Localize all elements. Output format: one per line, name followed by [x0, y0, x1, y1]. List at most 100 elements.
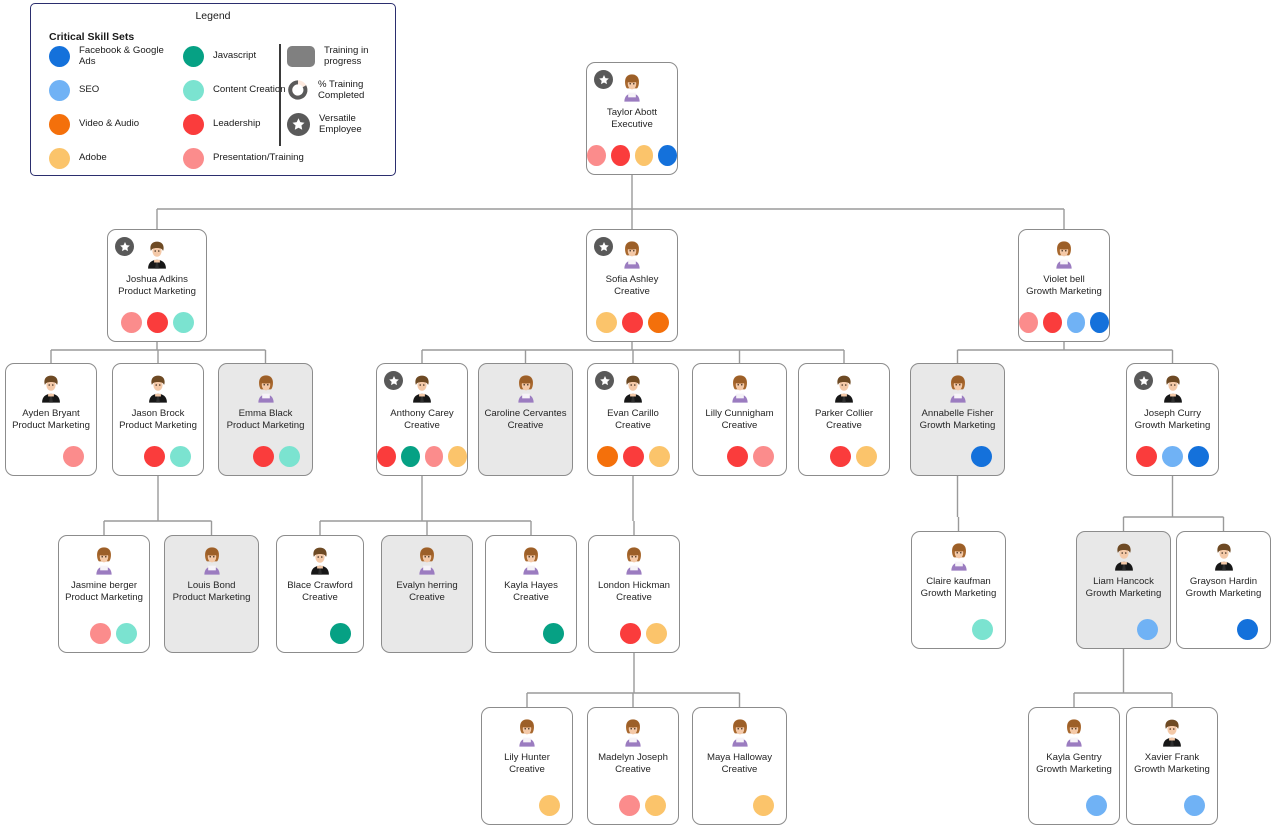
- org-node-lilly_cunnigham[interactable]: Lilly Cunnigham Creative: [692, 363, 787, 476]
- node-label: London Hickman Creative: [592, 580, 676, 604]
- employee-role: Executive: [611, 118, 653, 130]
- legend-item-fb_google_ads: Facebook & Google Ads: [49, 42, 177, 70]
- avatar: [616, 716, 650, 750]
- legend-panel: Legend Critical Skill Sets Facebook & Go…: [30, 3, 396, 176]
- org-node-xavier_frank[interactable]: Xavier Frank Growth Marketing: [1126, 707, 1218, 825]
- legend-color-dot-seo: [49, 79, 70, 101]
- skill-dots: [693, 446, 786, 467]
- org-node-parker_collier[interactable]: Parker Collier Creative: [798, 363, 890, 476]
- versatile-employee-star-icon: [287, 112, 310, 136]
- employee-role: Growth Marketing: [1085, 587, 1162, 599]
- org-node-emma_black[interactable]: Emma Black Product Marketing: [218, 363, 313, 476]
- skill-dot-adobe: [648, 446, 670, 467]
- org-node-claire_kaufman[interactable]: Claire kaufman Growth Marketing: [911, 531, 1006, 649]
- skill-dot-presentation_training: [63, 446, 84, 467]
- legend-badge-label: % Training Completed: [318, 78, 365, 101]
- org-node-joshua_adkins[interactable]: Joshua Adkins Product Marketing: [107, 229, 207, 342]
- employee-name: Caroline Cervantes: [484, 408, 567, 419]
- avatar: [140, 238, 174, 272]
- org-node-blace_crawford[interactable]: Blace Crawford Creative: [276, 535, 364, 653]
- employee-name: Anthony Carey: [390, 408, 454, 419]
- node-label: Emma Black Product Marketing: [222, 408, 309, 432]
- employee-name: Joshua Adkins: [126, 274, 188, 285]
- org-node-madelyn_joseph[interactable]: Madelyn Joseph Creative: [587, 707, 679, 825]
- skill-dots: [277, 623, 363, 644]
- avatar: [410, 544, 444, 578]
- legend-badge-progress-ring: % Training Completed: [287, 76, 397, 104]
- legend-item-content_creation: Content Creation: [183, 76, 293, 104]
- node-label: Parker Collier Creative: [802, 408, 886, 432]
- employee-role: Creative: [513, 591, 549, 603]
- legend-title: Legend: [195, 10, 231, 22]
- org-node-kayla_hayes[interactable]: Kayla Hayes Creative: [485, 535, 577, 653]
- org-node-anthony_carey[interactable]: Anthony Carey Creative: [376, 363, 468, 476]
- skill-dots: [587, 312, 677, 333]
- employee-role: Creative: [826, 419, 862, 431]
- avatar: [87, 544, 121, 578]
- avatar: [303, 544, 337, 578]
- avatar: [942, 540, 976, 574]
- org-node-lily_hunter[interactable]: Lily Hunter Creative: [481, 707, 573, 825]
- skill-dot-fb_google_ads: [1188, 446, 1209, 467]
- legend-item-leadership: Leadership: [183, 110, 293, 138]
- node-label: Evan Carillo Creative: [591, 408, 675, 432]
- skill-dot-presentation_training: [90, 623, 111, 644]
- avatar: [34, 372, 68, 406]
- org-node-annabelle_fisher[interactable]: Annabelle Fisher Growth Marketing: [910, 363, 1005, 476]
- node-label: Louis Bond Product Marketing: [168, 580, 255, 604]
- skill-dots: [113, 446, 203, 467]
- org-node-jasmine_berger[interactable]: Jasmine berger Product Marketing: [58, 535, 150, 653]
- skill-dots: [799, 446, 889, 467]
- org-node-london_hickman[interactable]: London Hickman Creative: [588, 535, 680, 653]
- org-node-violet_bell[interactable]: Violet bell Growth Marketing: [1018, 229, 1110, 342]
- org-node-jason_brock[interactable]: Jason Brock Product Marketing: [112, 363, 204, 476]
- skill-dot-seo: [1086, 795, 1107, 816]
- skill-dots: [59, 623, 149, 644]
- org-node-evan_carillo[interactable]: Evan Carillo Creative: [587, 363, 679, 476]
- progress-ring-icon: [287, 79, 309, 101]
- employee-role: Growth Marketing: [1026, 285, 1102, 297]
- versatile-employee-star-icon: [115, 237, 134, 256]
- legend-skill-column-2: Javascript Content Creation Leadership Pres…: [183, 42, 304, 178]
- org-node-sofia_ashley[interactable]: Sofia Ashley Creative: [586, 229, 678, 342]
- org-node-evalyn_herring[interactable]: Evalyn herring Creative: [381, 535, 473, 653]
- avatar: [141, 372, 175, 406]
- node-label: Jasmine berger Product Marketing: [62, 580, 146, 604]
- legend-badge-label: Versatile Employee: [319, 112, 362, 135]
- employee-role: Growth Marketing: [1134, 419, 1211, 431]
- org-node-caroline_cervantes[interactable]: Caroline Cervantes Creative: [478, 363, 573, 476]
- skill-dot-fb_google_ads: [971, 446, 992, 467]
- employee-name: London Hickman: [598, 580, 670, 591]
- org-node-ayden_bryant[interactable]: Ayden Bryant Product Marketing: [5, 363, 97, 476]
- org-chart-canvas: Legend Critical Skill Sets Facebook & Go…: [0, 0, 1274, 829]
- node-label: Lilly Cunnigham Creative: [696, 408, 783, 432]
- node-label: Lily Hunter Creative: [485, 752, 569, 776]
- employee-role: Creative: [507, 419, 544, 431]
- legend-skill-column-1: Facebook & Google Ads SEO Video & Audio Ado…: [49, 42, 177, 178]
- node-label: Grayson Hardin Growth Marketing: [1180, 576, 1267, 600]
- skill-dot-adobe: [595, 312, 617, 333]
- skill-dot-seo: [1066, 312, 1086, 333]
- avatar: [615, 71, 649, 105]
- legend-color-dot-javascript: [183, 45, 204, 67]
- employee-name: Taylor Abott: [606, 107, 658, 118]
- skill-dot-fb_google_ads: [658, 145, 677, 166]
- skill-dot-content_creation: [116, 623, 137, 644]
- org-node-maya_halloway[interactable]: Maya Halloway Creative: [692, 707, 787, 825]
- org-node-grayson_hardin[interactable]: Grayson Hardin Growth Marketing: [1176, 531, 1271, 649]
- employee-name: Claire kaufman: [926, 576, 991, 587]
- org-node-taylor_abott[interactable]: Taylor Abott Executive: [586, 62, 678, 175]
- org-node-louis_bond[interactable]: Louis Bond Product Marketing: [164, 535, 259, 653]
- skill-dot-fb_google_ads: [1237, 619, 1258, 640]
- legend-color-dot-video_audio: [49, 113, 70, 135]
- skill-dot-adobe: [448, 446, 467, 467]
- legend-item-javascript: Javascript: [183, 42, 293, 70]
- legend-item-label: Facebook & Google Ads: [79, 44, 164, 67]
- org-node-kayla_gentry[interactable]: Kayla Gentry Growth Marketing: [1028, 707, 1120, 825]
- legend-color-dot-content_creation: [183, 79, 204, 101]
- org-node-liam_hancock[interactable]: Liam Hancock Growth Marketing: [1076, 531, 1171, 649]
- org-node-joseph_curry[interactable]: Joseph Curry Growth Marketing: [1126, 363, 1219, 476]
- versatile-employee-star-icon: [384, 371, 403, 390]
- versatile-employee-star-icon: [595, 371, 614, 390]
- avatar: [723, 372, 757, 406]
